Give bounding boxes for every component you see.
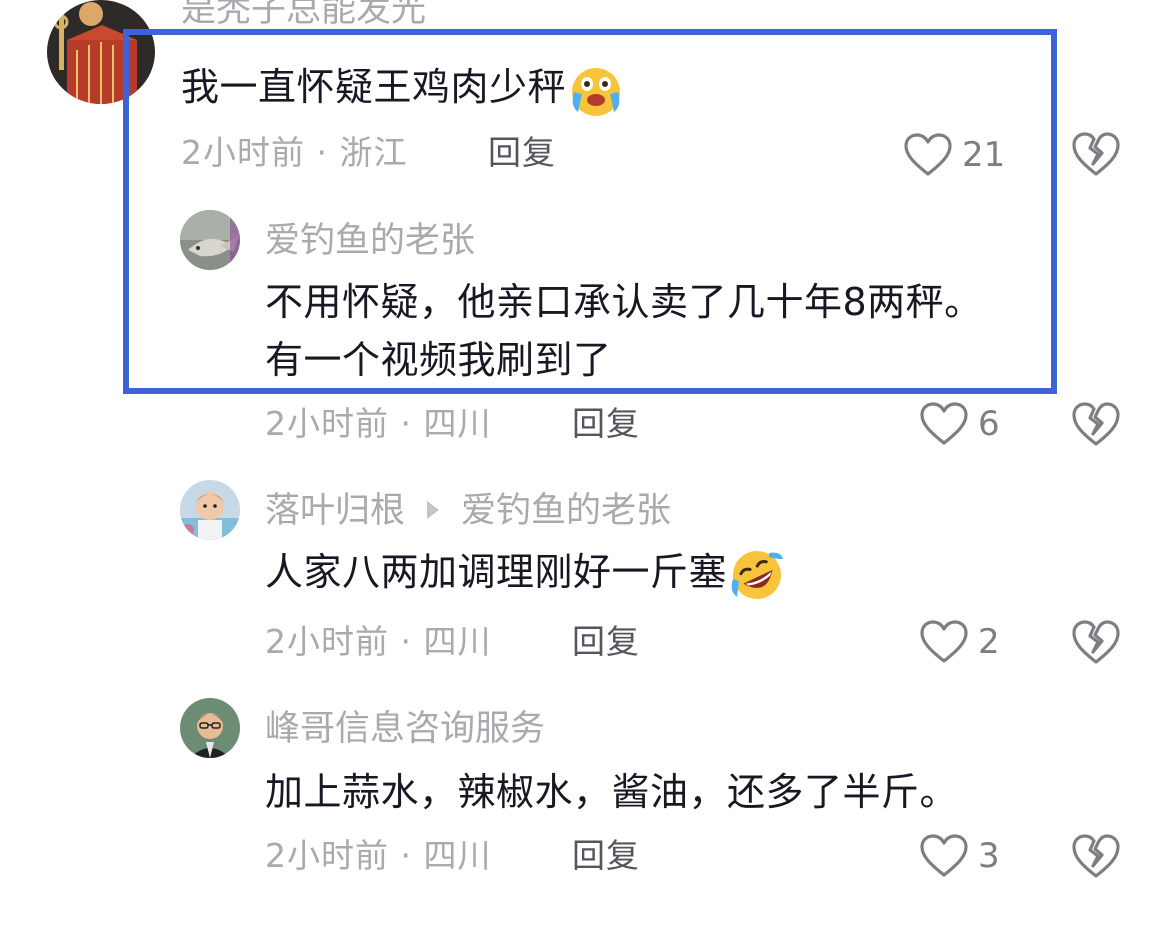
- comment-meta: 2小时前 · 四川: [265, 836, 492, 875]
- like-count: 6: [978, 404, 1000, 444]
- avatar[interactable]: [180, 210, 240, 270]
- broken-heart-icon[interactable]: [1072, 401, 1120, 447]
- broken-heart-icon[interactable]: [1072, 619, 1120, 665]
- avatar[interactable]: [180, 698, 240, 758]
- like-count: 21: [962, 135, 1006, 175]
- reply-to-username[interactable]: 爱钓鱼的老张: [461, 491, 671, 531]
- like-count: 2: [978, 622, 1000, 662]
- comment-username[interactable]: 峰哥信息咨询服务: [265, 707, 545, 751]
- comment-username[interactable]: 落叶归根: [265, 491, 405, 531]
- comment-username[interactable]: 是秃子总能发光: [181, 0, 426, 32]
- comment-username-line: 落叶归根 爱钓鱼的老张: [265, 489, 671, 533]
- comment-meta: 2小时前 · 浙江: [181, 133, 408, 172]
- avatar[interactable]: [47, 0, 155, 104]
- comment-text: 加上蒜水，辣椒水，酱油，还多了半斤。: [265, 770, 959, 814]
- heart-icon[interactable]: [920, 402, 968, 446]
- broken-heart-icon[interactable]: [1072, 131, 1120, 177]
- rolling-laughing-emoji: [729, 547, 785, 603]
- heart-icon[interactable]: [920, 620, 968, 664]
- reply-button[interactable]: 回复: [572, 834, 640, 878]
- comment-meta: 2小时前 · 四川: [265, 622, 492, 661]
- comment-section: 是秃子总能发光 我一直怀疑王鸡肉少秤 2小时前 · 浙江 回复 21 爱钓鱼的老…: [0, 0, 1170, 928]
- reply-button[interactable]: 回复: [488, 131, 556, 175]
- reply-button[interactable]: 回复: [572, 620, 640, 664]
- comment-text: 我一直怀疑王鸡肉少秤: [181, 60, 624, 118]
- reply-button[interactable]: 回复: [572, 402, 640, 446]
- crying-laughing-emoji: [568, 62, 624, 118]
- broken-heart-icon[interactable]: [1072, 833, 1120, 879]
- like-count: 3: [978, 836, 1000, 876]
- comment-text: 不用怀疑，他亲口承认卖了几十年8两秤。: [265, 280, 983, 324]
- comment-text: 有一个视频我刷到了: [265, 338, 612, 382]
- heart-icon[interactable]: [920, 834, 968, 878]
- comment-text: 人家八两加调理刚好一斤塞: [265, 545, 785, 603]
- heart-icon[interactable]: [904, 133, 952, 177]
- comment-username[interactable]: 爱钓鱼的老张: [265, 219, 475, 263]
- avatar[interactable]: [180, 480, 240, 540]
- comment-meta: 2小时前 · 四川: [265, 404, 492, 443]
- play-triangle-icon: [427, 501, 440, 519]
